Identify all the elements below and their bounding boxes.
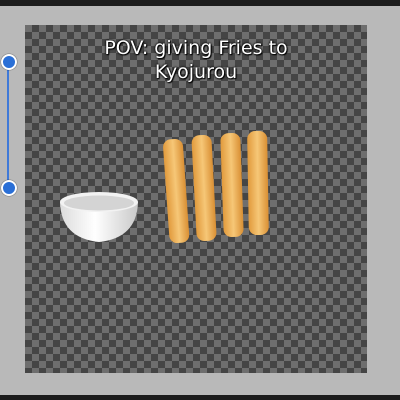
caption-line-2[interactable]: Kyojurou — [25, 61, 367, 84]
bottom-frame-bar — [0, 395, 400, 400]
top-frame-bar — [0, 0, 400, 6]
fries-sticker[interactable] — [161, 129, 277, 249]
caption-line-1[interactable]: POV: giving Fries to — [25, 37, 367, 60]
resize-handle-bottom[interactable] — [1, 180, 17, 196]
editor-canvas[interactable]: POV: giving Fries to Kyojurou — [25, 25, 367, 373]
selection-edge-line — [7, 62, 9, 188]
bowl-sticker[interactable] — [57, 190, 141, 244]
resize-handle-top[interactable] — [1, 54, 17, 70]
